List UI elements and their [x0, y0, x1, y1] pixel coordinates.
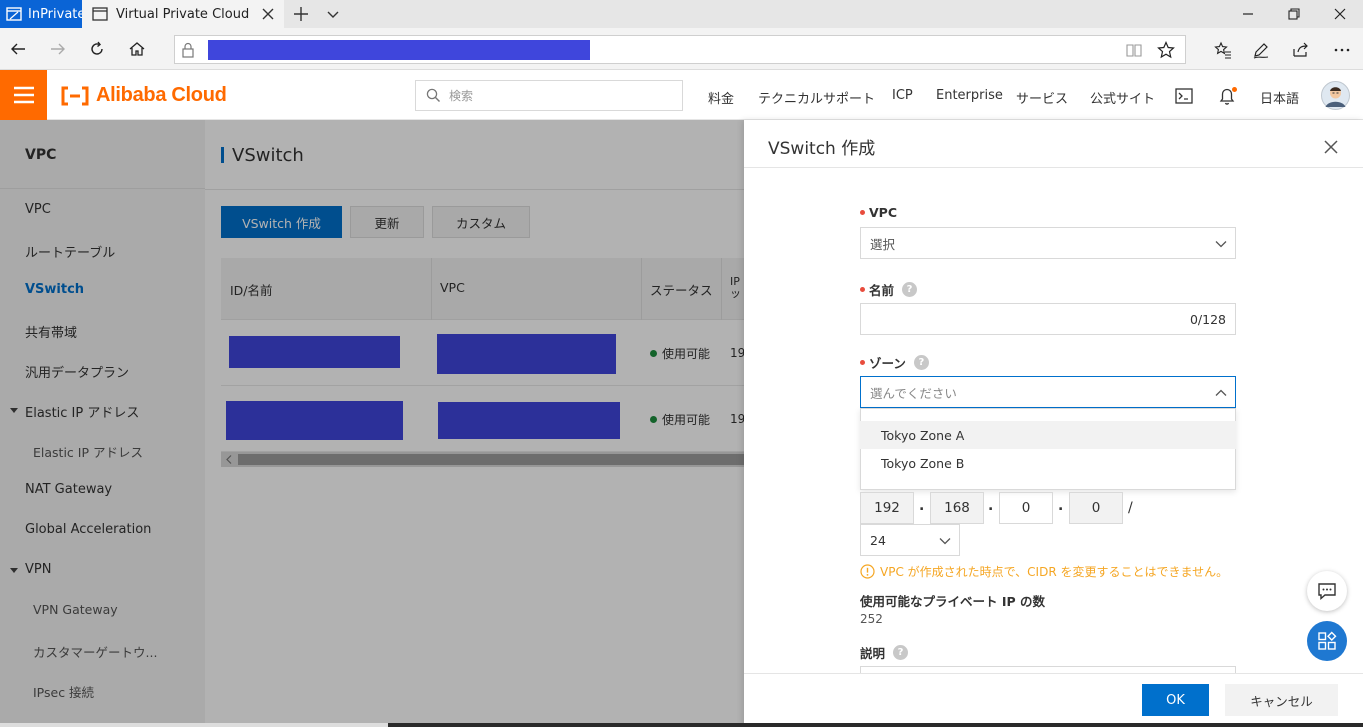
required-marker [860, 287, 865, 292]
vpc-select-placeholder: 選択 [870, 236, 896, 252]
cancel-button[interactable]: キャンセル [1225, 684, 1338, 716]
cidr-octet-1: 192 [860, 492, 914, 524]
notes-pen-icon[interactable] [1252, 41, 1270, 59]
zone-field-label: ゾーン ? [860, 353, 929, 372]
console-search-input[interactable]: 検索 [415, 80, 683, 111]
apps-shortcut-button[interactable] [1307, 621, 1347, 661]
cidr-warning: VPC が作成された時点で、CIDR を変更することはできません。 [860, 563, 1228, 580]
help-icon[interactable]: ? [902, 282, 918, 297]
forward-icon[interactable] [46, 37, 70, 61]
favorite-star-icon[interactable] [1157, 41, 1175, 59]
cidr-dot: . [988, 498, 994, 514]
cidr-octet-2: 168 [930, 492, 984, 524]
tab-close-icon[interactable] [260, 6, 276, 22]
panel-divider [744, 167, 1363, 168]
required-marker [860, 360, 865, 365]
chevron-down-icon [1215, 238, 1227, 250]
chat-support-button[interactable] [1307, 571, 1347, 611]
chevron-down-icon [939, 535, 951, 547]
new-tab-icon[interactable] [292, 5, 310, 23]
name-label-text: 名前 [869, 283, 895, 298]
nav-pricing[interactable]: 料金 [708, 88, 734, 107]
lock-icon [181, 42, 195, 58]
zone-option-b[interactable]: Tokyo Zone B [860, 449, 1236, 477]
zone-label-text: ゾーン [869, 356, 906, 371]
alibaba-logo-icon [60, 86, 90, 106]
name-field-label: 名前 ? [860, 280, 918, 299]
tab-list-chevron-icon[interactable] [326, 7, 340, 21]
inprivate-label: InPrivate [28, 6, 86, 22]
cidr-mask-value: 24 [870, 532, 886, 548]
name-char-counter: 0/128 [1189, 311, 1226, 327]
help-icon[interactable]: ? [893, 645, 909, 660]
vpc-field-label: VPC [860, 205, 897, 220]
cidr-mask-select[interactable]: 24 [860, 524, 960, 556]
chevron-up-icon [1215, 387, 1227, 399]
page-favicon-icon [92, 7, 108, 21]
share-icon[interactable] [1292, 41, 1310, 59]
available-ip-count: 252 [860, 612, 883, 626]
available-ip-label: 使用可能なプライベート IP の数 [860, 594, 1046, 609]
taskbar-edge-light [0, 723, 388, 727]
restore-icon[interactable] [1271, 0, 1317, 28]
apps-grid-icon [1317, 631, 1337, 651]
search-icon [426, 88, 441, 103]
more-menu-icon[interactable] [1333, 41, 1351, 59]
description-field-label: 説明 ? [860, 643, 909, 662]
cidr-warning-text: VPC が作成された時点で、CIDR を変更することはできません。 [880, 565, 1229, 579]
zone-select-placeholder: 選んでください [870, 385, 957, 401]
inprivate-badge: InPrivate [0, 0, 86, 28]
reading-view-icon[interactable] [1126, 42, 1142, 58]
window-close-icon[interactable] [1317, 0, 1363, 28]
required-marker [860, 210, 865, 215]
refresh-icon[interactable] [85, 37, 109, 61]
inprivate-icon [6, 7, 22, 21]
zone-select[interactable]: 選んでください [860, 376, 1236, 408]
chat-icon [1317, 581, 1337, 601]
cidr-octet-4: 0 [1069, 492, 1123, 524]
tab-title: Virtual Private Cloud [116, 6, 250, 22]
favorites-list-icon[interactable] [1214, 41, 1232, 59]
hamburger-menu-icon[interactable] [0, 70, 47, 120]
search-placeholder: 検索 [449, 89, 474, 103]
name-input[interactable]: 0/128 [860, 303, 1236, 335]
back-icon[interactable] [6, 37, 30, 61]
alibaba-cloud-logo[interactable]: Alibaba Cloud [60, 84, 227, 107]
logo-text: Alibaba Cloud [96, 84, 227, 106]
nav-enterprise[interactable]: Enterprise [936, 88, 1003, 103]
cidr-dot: . [919, 498, 925, 514]
terminal-icon[interactable] [1175, 88, 1193, 104]
vpc-label-text: VPC [869, 205, 898, 220]
minimize-icon[interactable] [1225, 0, 1271, 28]
description-label-text: 説明 [860, 646, 886, 661]
user-avatar[interactable] [1321, 81, 1350, 110]
nav-icp[interactable]: ICP [892, 88, 913, 103]
ok-button[interactable]: OK [1142, 684, 1209, 716]
vpc-select[interactable]: 選択 [860, 227, 1236, 259]
nav-tech-support[interactable]: テクニカルサポート [758, 88, 875, 107]
cidr-dot: . [1058, 498, 1064, 514]
nav-services[interactable]: サービス [1016, 88, 1068, 107]
warning-icon [860, 564, 875, 579]
modal-backdrop[interactable] [0, 120, 744, 727]
zone-option-a[interactable]: Tokyo Zone A [860, 421, 1236, 449]
panel-close-icon[interactable] [1322, 138, 1340, 156]
address-redacted [208, 40, 590, 60]
nav-official-site[interactable]: 公式サイト [1090, 88, 1155, 107]
home-icon[interactable] [125, 37, 149, 61]
cidr-octet-3[interactable]: 0 [999, 492, 1053, 524]
cidr-slash: / [1128, 500, 1133, 516]
notification-bell-icon[interactable] [1218, 86, 1238, 106]
panel-title: VSwitch 作成 [768, 139, 876, 159]
browser-tab[interactable]: Virtual Private Cloud [82, 0, 284, 28]
help-icon[interactable]: ? [913, 355, 929, 370]
language-switch[interactable]: 日本語 [1260, 88, 1299, 107]
